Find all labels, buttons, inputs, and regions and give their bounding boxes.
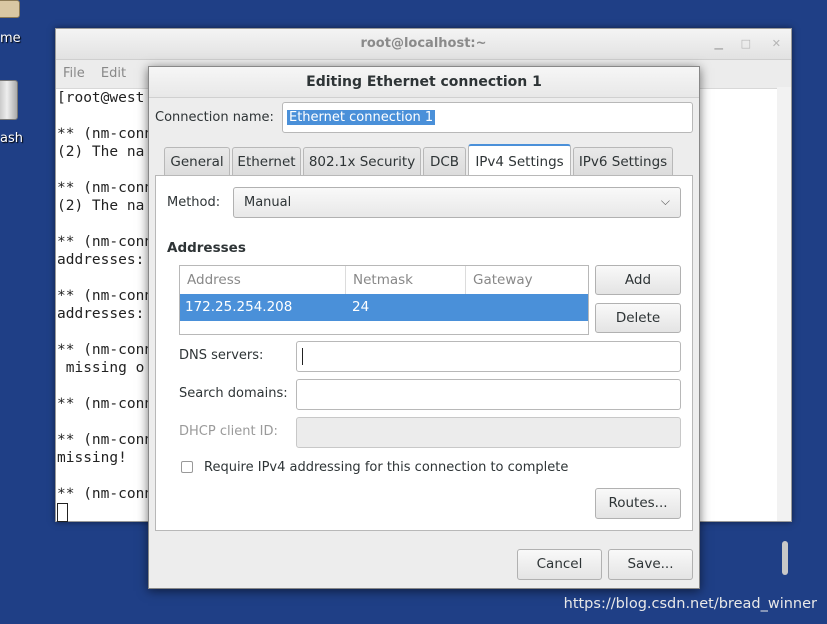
dialog-title: Editing Ethernet connection 1 bbox=[149, 67, 699, 98]
dns-label: DNS servers: bbox=[179, 348, 264, 363]
chevron-down-icon: ⌵ bbox=[660, 194, 670, 208]
addresses-table[interactable]: Address Netmask Gateway 172.25.254.208 2… bbox=[179, 265, 589, 335]
menu-file[interactable]: File bbox=[63, 66, 85, 81]
method-value: Manual bbox=[244, 195, 292, 210]
search-domains-label: Search domains: bbox=[179, 386, 288, 401]
column-address[interactable]: Address bbox=[180, 266, 346, 294]
routes-button[interactable]: Routes... bbox=[595, 488, 681, 519]
cancel-button[interactable]: Cancel bbox=[517, 549, 602, 580]
tab-ipv6-settings[interactable]: IPv6 Settings bbox=[573, 147, 673, 175]
table-row[interactable]: 172.25.254.208 24 bbox=[180, 294, 588, 321]
column-netmask[interactable]: Netmask bbox=[346, 266, 466, 294]
require-ipv4-checkbox[interactable] bbox=[181, 461, 193, 473]
minimize-icon[interactable]: ▁ bbox=[715, 29, 723, 59]
dhcp-client-id-label: DHCP client ID: bbox=[179, 424, 278, 439]
terminal-title: root@localhost:~ bbox=[360, 36, 487, 51]
tab-dcb[interactable]: DCB bbox=[423, 147, 466, 175]
column-gateway[interactable]: Gateway bbox=[466, 266, 588, 294]
require-ipv4-label[interactable]: Require IPv4 addressing for this connect… bbox=[204, 460, 568, 475]
method-label: Method: bbox=[167, 195, 221, 210]
tab-ethernet[interactable]: Ethernet bbox=[232, 147, 301, 175]
scrollbar-thumb[interactable] bbox=[782, 541, 788, 575]
save-button[interactable]: Save... bbox=[608, 549, 693, 580]
text-cursor bbox=[302, 348, 303, 365]
row-address[interactable]: 172.25.254.208 bbox=[185, 294, 292, 321]
row-netmask[interactable]: 24 bbox=[352, 294, 369, 321]
home-label: me bbox=[0, 31, 21, 46]
watermark-text: https://blog.csdn.net/bread_winner bbox=[563, 596, 817, 612]
connection-name-field[interactable]: Ethernet connection 1 bbox=[282, 102, 693, 133]
trash-icon[interactable] bbox=[0, 80, 40, 120]
tab-general[interactable]: General bbox=[164, 147, 230, 175]
edit-connection-dialog: Editing Ethernet connection 1 Connection… bbox=[148, 66, 700, 589]
home-icon[interactable] bbox=[0, 0, 40, 18]
terminal-titlebar[interactable]: root@localhost:~ ▁ □ ✕ bbox=[56, 29, 791, 60]
maximize-icon[interactable]: □ bbox=[741, 29, 751, 59]
tab-ipv4-settings[interactable]: IPv4 Settings bbox=[468, 144, 571, 176]
tab-8021x-security[interactable]: 802.1x Security bbox=[303, 147, 421, 175]
method-select[interactable]: Manual ⌵ bbox=[233, 187, 681, 218]
menu-edit[interactable]: Edit bbox=[101, 66, 126, 81]
close-icon[interactable]: ✕ bbox=[772, 29, 781, 59]
dhcp-client-id-input[interactable] bbox=[296, 417, 681, 448]
dns-servers-input[interactable] bbox=[296, 341, 681, 372]
add-button[interactable]: Add bbox=[595, 265, 681, 295]
connection-name-value: Ethernet connection 1 bbox=[287, 110, 436, 125]
connection-name-label: Connection name: bbox=[155, 110, 274, 125]
delete-button[interactable]: Delete bbox=[595, 303, 681, 333]
terminal-cursor bbox=[57, 503, 68, 522]
addresses-heading: Addresses bbox=[167, 240, 246, 256]
terminal-scrollbar[interactable] bbox=[777, 87, 791, 575]
trash-label: ash bbox=[0, 131, 23, 146]
search-domains-input[interactable] bbox=[296, 379, 681, 410]
